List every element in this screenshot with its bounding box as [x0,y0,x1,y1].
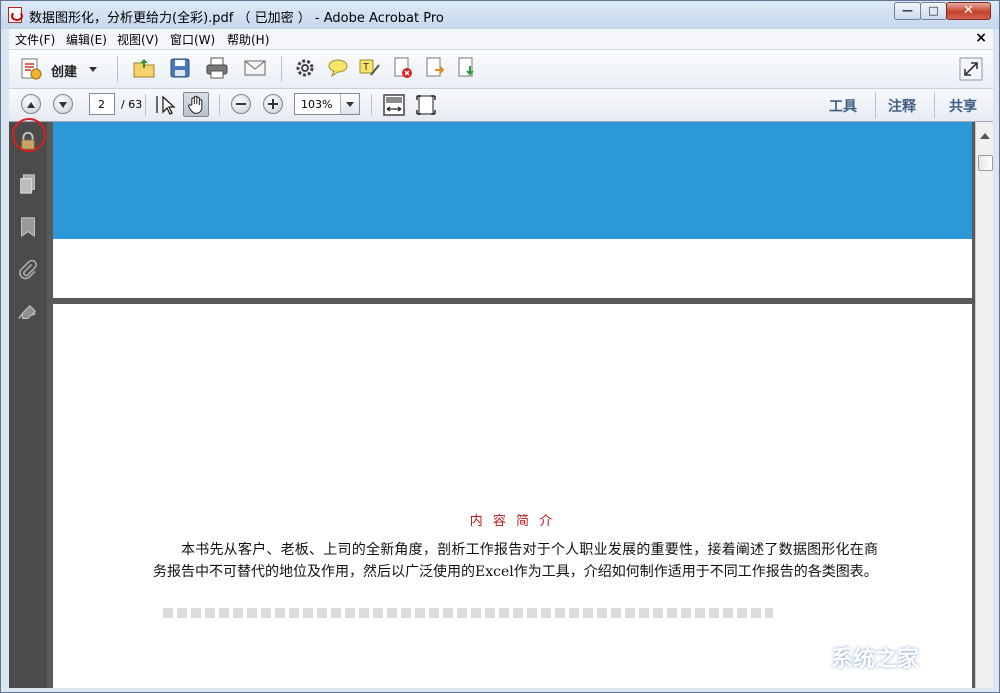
hand-icon [186,95,206,115]
minimize-button[interactable]: — [894,2,921,20]
zoom-select[interactable]: 103% [294,93,360,115]
fit-width-icon[interactable] [382,93,406,117]
expand-icon[interactable] [959,57,983,81]
navigation-toolbar: 2 / 63 103% [9,89,993,122]
toolbar-separator [875,92,876,118]
menu-view[interactable]: 视图(V) [117,31,159,48]
page-heading: 内 容 简 介 [53,510,972,529]
zoom-in-button[interactable] [263,94,283,114]
menu-bar: 文件(F) 编辑(E) 视图(V) 窗口(W) 帮助(H) × [9,29,993,50]
text-edit-icon[interactable]: T [358,56,382,80]
acrobat-app-icon [8,7,22,23]
fit-page-icon[interactable] [414,93,438,117]
pdf-page-2: 内 容 简 介 本书先从客户、老板、上司的全新角度，剖析工作报告对于个人职业发展… [53,304,972,688]
acrobat-window: 数据图形化，分析更给力(全彩).pdf （ 已加密 ） - Adobe Acro… [0,0,1000,693]
extract-page-icon[interactable] [455,56,479,80]
select-cursor-icon[interactable] [154,93,178,117]
create-pdf-icon [19,57,43,81]
menu-edit[interactable]: 编辑(E) [66,31,107,48]
comment-icon[interactable] [326,56,350,80]
signature-icon[interactable] [17,302,39,324]
watermark-text: 系统之家 [831,641,919,673]
create-label: 创建 [51,61,77,80]
toolbar-separator [281,56,282,82]
zoom-dropdown-icon[interactable] [340,94,359,114]
toolbar-separator [934,92,935,118]
highlight-circle [12,118,46,152]
maximize-button[interactable]: □ [920,2,947,20]
gear-icon[interactable] [293,56,317,80]
delete-page-icon[interactable] [391,56,415,80]
menu-file[interactable]: 文件(F) [15,31,55,48]
plus-icon-vertical [272,99,274,109]
main-toolbar: 创建 [9,50,993,89]
title-bar: 数据图形化，分析更给力(全彩).pdf （ 已加密 ） - Adobe Acro… [1,1,999,29]
hand-tool-button[interactable] [183,92,209,117]
zoom-value: 103% [301,98,332,111]
create-button[interactable]: 创建 [17,56,101,82]
next-page-button[interactable] [53,94,73,114]
previous-page-button[interactable] [21,94,41,114]
page-thumbnails-icon[interactable] [17,173,39,195]
page-total: / 63 [121,98,142,111]
zoom-out-button[interactable] [231,94,251,114]
tab-comment[interactable]: 注释 [888,96,916,116]
arrow-up-icon [27,98,35,108]
toolbar-separator [117,56,118,82]
toolbar-separator [371,94,372,116]
toolbar-separator [219,94,220,116]
pdf-page-1 [53,122,972,298]
menu-help[interactable]: 帮助(H) [227,31,269,48]
window-title: 数据图形化，分析更给力(全彩).pdf （ 已加密 ） - Adobe Acro… [29,7,444,26]
navigation-pane [9,122,47,688]
arrow-down-icon [59,102,67,112]
close-icon: ✕ [947,3,990,19]
open-folder-icon[interactable] [132,56,156,80]
chevron-down-icon [89,67,97,76]
maximize-icon: □ [921,3,946,19]
page-banner [53,122,972,239]
menu-window[interactable]: 窗口(W) [170,31,215,48]
tab-tools[interactable]: 工具 [829,96,857,116]
scroll-up-icon[interactable] [980,128,990,139]
close-button[interactable]: ✕ [946,2,991,20]
svg-text:T: T [363,62,369,73]
minimize-icon: — [895,3,920,19]
vertical-scrollbar[interactable] [975,122,993,688]
scrollbar-thumb[interactable] [978,155,993,171]
save-icon[interactable] [168,56,192,80]
print-icon[interactable] [205,56,229,80]
page-paragraph: 本书先从客户、老板、上司的全新角度，剖析工作报告对于个人职业发展的重要性，接着阐… [153,539,878,583]
tab-share[interactable]: 共享 [949,96,977,116]
minus-icon [236,103,246,105]
export-page-icon[interactable] [423,56,447,80]
attachment-icon[interactable] [17,259,39,281]
bookmark-icon[interactable] [17,216,39,238]
faded-text-line [163,608,773,618]
document-close-icon[interactable]: × [975,30,987,46]
email-icon[interactable] [243,56,267,80]
document-view[interactable]: 内 容 简 介 本书先从客户、老板、上司的全新角度，剖析工作报告对于个人职业发展… [47,122,993,688]
page-number-input[interactable]: 2 [89,93,115,115]
toolbar-separator [145,94,146,116]
